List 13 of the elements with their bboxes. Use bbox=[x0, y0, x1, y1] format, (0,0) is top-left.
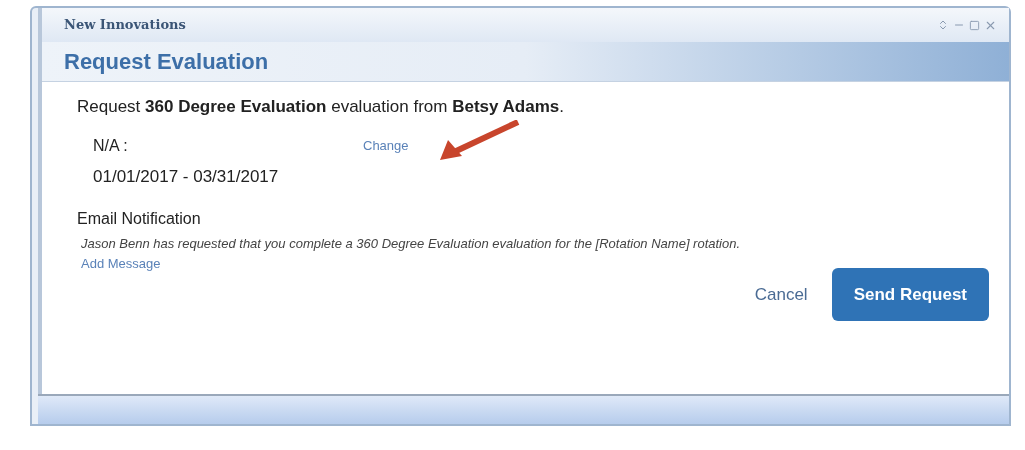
window-title: New Innovations bbox=[64, 16, 186, 35]
resize-icon[interactable] bbox=[937, 19, 949, 31]
date-range: 01/01/2017 - 03/31/2017 bbox=[92, 165, 279, 188]
change-link[interactable]: Change bbox=[363, 135, 409, 155]
dialog-heading: Request Evaluation bbox=[64, 48, 269, 76]
cancel-button[interactable]: Cancel bbox=[754, 281, 808, 307]
email-heading: Email Notification bbox=[77, 209, 202, 229]
email-text: Jason Benn has requested that you complete a 360 Degree Evaluation evaluation for the [Rotation Name] rotation. bbox=[80, 235, 742, 253]
request-sentence: Request 360 Degree Evaluation evaluation from Betsy Adams. bbox=[77, 96, 565, 118]
send-request-button[interactable]: Send Request bbox=[831, 267, 989, 321]
period-label: N/A : bbox=[93, 135, 129, 156]
add-message-link[interactable]: Add Message bbox=[77, 254, 161, 274]
maximize-icon[interactable] bbox=[969, 19, 980, 31]
